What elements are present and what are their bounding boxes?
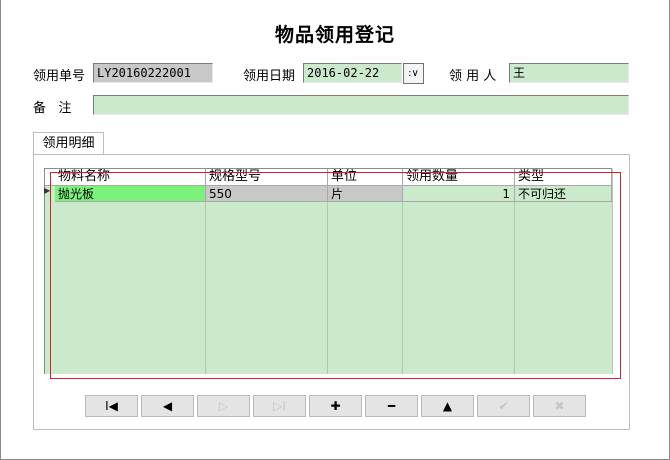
cell-type[interactable]: 不可归还	[515, 186, 612, 202]
detail-grid[interactable]: 物料名称 规格型号 单位 领用数量 类型 抛光板 550 片 1 不可归还	[44, 168, 613, 374]
last-record-icon: ▷I	[273, 399, 286, 413]
prior-record-icon: ◀	[162, 399, 173, 413]
form-title: 物品领用登记	[274, 24, 395, 46]
remark-field[interactable]	[93, 95, 629, 115]
nav-insert-button[interactable]: ✚	[309, 395, 362, 417]
nav-last-button[interactable]: ▷I	[253, 395, 306, 417]
chevron-down-icon: :∨	[408, 68, 419, 79]
recipient-field[interactable]: 王	[509, 63, 629, 83]
tab-detail[interactable]: 领用明细	[33, 132, 104, 154]
column-header-type[interactable]: 类型	[515, 169, 612, 185]
cell-unit[interactable]: 片	[328, 186, 403, 202]
column-header-unit[interactable]: 单位	[328, 169, 403, 185]
date-dropdown-button[interactable]: :∨	[403, 63, 424, 84]
cell-spec[interactable]: 550	[206, 186, 328, 202]
cell-material[interactable]: 抛光板	[55, 186, 206, 202]
column-header-material[interactable]: 物料名称	[55, 169, 206, 185]
current-row-indicator-icon: ▶	[44, 186, 51, 195]
grid-column-line	[612, 169, 613, 374]
delete-icon: ━	[387, 399, 396, 413]
nav-prior-button[interactable]: ◀	[141, 395, 194, 417]
insert-icon: ✚	[330, 399, 341, 413]
recipient-label: 领 用 人	[449, 69, 497, 84]
doc-no-label: 领用单号	[33, 69, 86, 84]
date-field[interactable]: 2016-02-22	[303, 63, 402, 83]
column-header-spec[interactable]: 规格型号	[206, 169, 328, 185]
remark-label: 备 注	[33, 101, 72, 116]
date-label: 领用日期	[243, 69, 296, 84]
first-record-icon: I◀	[105, 399, 118, 413]
next-record-icon: ▷	[218, 399, 229, 413]
nav-first-button[interactable]: I◀	[85, 395, 138, 417]
grid-header: 物料名称 规格型号 单位 领用数量 类型	[45, 169, 612, 186]
nav-cancel-button[interactable]: ✖	[533, 395, 586, 417]
edit-icon: ▲	[442, 399, 453, 413]
doc-no-field[interactable]: LY20160222001	[93, 63, 213, 83]
column-header-qty[interactable]: 领用数量	[403, 169, 515, 185]
cancel-icon: ✖	[554, 399, 565, 413]
nav-edit-button[interactable]: ▲	[421, 395, 474, 417]
window-border-left	[0, 0, 1, 460]
nav-post-button[interactable]: ✔	[477, 395, 530, 417]
cell-qty[interactable]: 1	[403, 186, 515, 202]
nav-delete-button[interactable]: ━	[365, 395, 418, 417]
nav-next-button[interactable]: ▷	[197, 395, 250, 417]
post-icon: ✔	[498, 399, 509, 413]
